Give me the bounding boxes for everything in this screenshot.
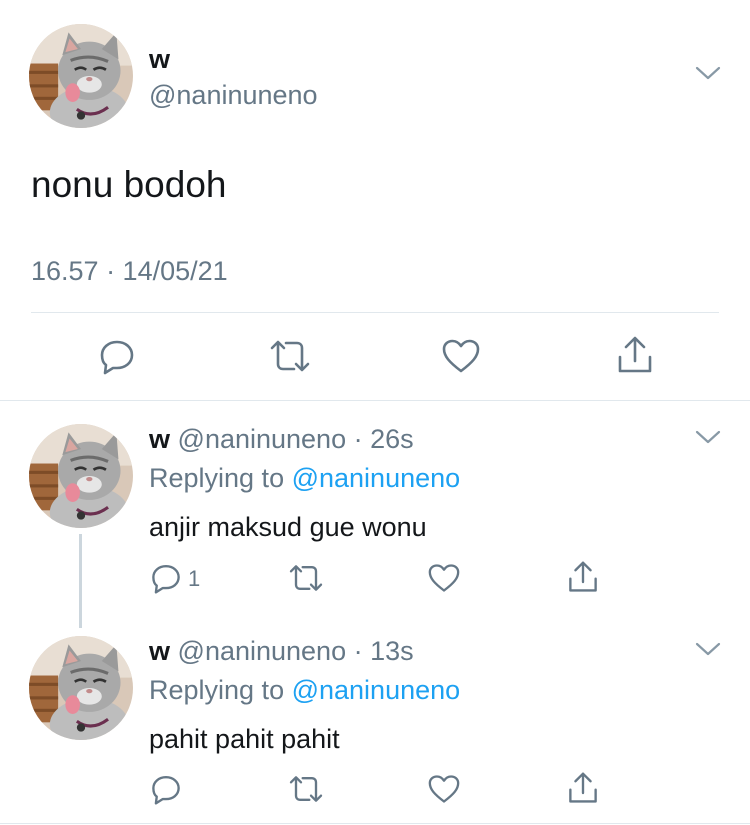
tweet-timestamp[interactable]: 16.57 · 14/05/21 <box>31 256 228 286</box>
heart-icon[interactable] <box>427 563 461 593</box>
reply-icon[interactable] <box>98 337 136 375</box>
share-icon[interactable] <box>567 771 599 805</box>
retweet-icon[interactable] <box>287 774 325 804</box>
divider <box>0 823 750 824</box>
mention-link[interactable]: @naninuneno <box>292 463 461 493</box>
avatar[interactable] <box>29 424 133 528</box>
reply-icon[interactable] <box>150 773 182 805</box>
author-name[interactable]: w <box>149 636 170 666</box>
reply-text: pahit pahit pahit <box>149 724 340 754</box>
author-name[interactable]: w <box>149 424 170 454</box>
cat-avatar-image <box>29 424 133 528</box>
reply-text: anjir maksud gue wonu <box>149 512 427 542</box>
thread-connector-line <box>79 534 82 628</box>
avatar[interactable] <box>29 636 133 740</box>
retweet-icon[interactable] <box>287 563 325 593</box>
reply-header: w @naninuneno · 26s <box>149 424 414 454</box>
author-handle[interactable]: @naninuneno <box>178 636 347 666</box>
replying-to: Replying to @naninuneno <box>149 675 460 705</box>
cat-avatar-image <box>29 636 133 740</box>
heart-icon[interactable] <box>427 774 461 804</box>
divider <box>0 400 750 401</box>
retweet-icon[interactable] <box>268 338 312 374</box>
separator-dot: · <box>346 424 371 454</box>
chevron-down-icon[interactable] <box>694 64 722 82</box>
reply-count: 1 <box>188 566 201 591</box>
separator-dot: · <box>346 636 371 666</box>
tweet-text: nonu bodoh <box>31 164 227 205</box>
reply-header: w @naninuneno · 13s <box>149 636 414 666</box>
chevron-down-icon[interactable] <box>694 640 722 658</box>
divider <box>31 312 719 313</box>
mention-link[interactable]: @naninuneno <box>292 675 461 705</box>
reply-time[interactable]: 13s <box>370 636 414 666</box>
reply-icon[interactable] <box>150 562 182 594</box>
chevron-down-icon[interactable] <box>694 428 722 446</box>
replying-to-label: Replying to <box>149 463 292 493</box>
author-name[interactable]: w <box>149 44 170 74</box>
share-icon[interactable] <box>616 335 654 375</box>
author-handle[interactable]: @naninuneno <box>178 424 347 454</box>
replying-to-label: Replying to <box>149 675 292 705</box>
cat-avatar-image <box>29 24 133 128</box>
reply-time[interactable]: 26s <box>370 424 414 454</box>
author-handle[interactable]: @naninuneno <box>149 80 318 110</box>
share-icon[interactable] <box>567 560 599 594</box>
replying-to: Replying to @naninuneno <box>149 463 460 493</box>
avatar[interactable] <box>29 24 133 128</box>
heart-icon[interactable] <box>441 338 481 374</box>
